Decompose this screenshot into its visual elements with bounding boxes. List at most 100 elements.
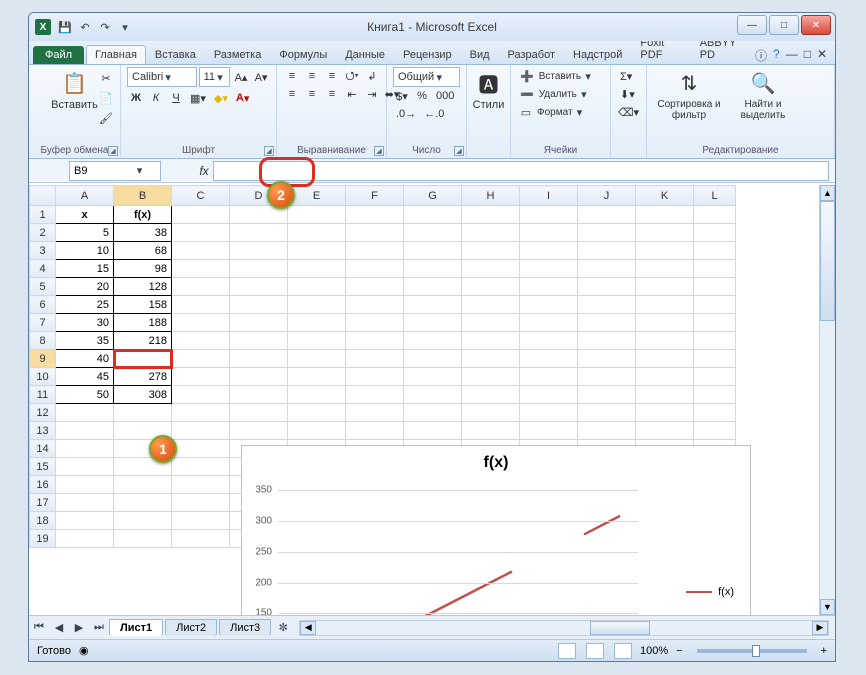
cell-J8[interactable] <box>578 332 636 350</box>
row-header-14[interactable]: 14 <box>30 440 56 458</box>
cell-H7[interactable] <box>462 314 520 332</box>
doc-min-icon[interactable]: — <box>786 47 798 64</box>
font-dialog-launcher[interactable]: ◢ <box>264 146 274 156</box>
row-header-13[interactable]: 13 <box>30 422 56 440</box>
cell-H10[interactable] <box>462 368 520 386</box>
cell-A9[interactable]: 40 <box>56 350 114 368</box>
cell-L10[interactable] <box>694 368 736 386</box>
minimize-ribbon-icon[interactable]: ⓘ <box>755 47 767 64</box>
cell-E4[interactable] <box>288 260 346 278</box>
cell-E13[interactable] <box>288 422 346 440</box>
cell-A2[interactable]: 5 <box>56 224 114 242</box>
cell-L9[interactable] <box>694 350 736 368</box>
row-header-17[interactable]: 17 <box>30 494 56 512</box>
cell-H8[interactable] <box>462 332 520 350</box>
cell-A15[interactable] <box>56 458 114 476</box>
cell-A19[interactable] <box>56 530 114 548</box>
cell-L13[interactable] <box>694 422 736 440</box>
cell-D2[interactable] <box>230 224 288 242</box>
name-box[interactable]: B9▾ <box>69 161 161 181</box>
cell-E11[interactable] <box>288 386 346 404</box>
zoom-out-button[interactable]: − <box>676 645 682 657</box>
cell-I2[interactable] <box>520 224 578 242</box>
new-sheet-icon[interactable]: ✼ <box>274 619 292 637</box>
currency-icon[interactable]: $▾ <box>393 87 411 105</box>
tab-formulas[interactable]: Формулы <box>270 45 336 64</box>
sheet-nav-next[interactable]: ▶ <box>70 619 88 637</box>
cell-I13[interactable] <box>520 422 578 440</box>
row-header-6[interactable]: 6 <box>30 296 56 314</box>
align-bot-icon[interactable]: ≡ <box>323 67 341 85</box>
insert-cells-label[interactable]: Вставить <box>539 71 581 82</box>
cell-G7[interactable] <box>404 314 462 332</box>
cell-A13[interactable] <box>56 422 114 440</box>
tab-view[interactable]: Вид <box>461 45 499 64</box>
help-icon[interactable]: ? <box>773 47 780 64</box>
row-header-10[interactable]: 10 <box>30 368 56 386</box>
cell-A1[interactable]: x <box>56 206 114 224</box>
copy-icon[interactable]: 📄 <box>96 89 116 107</box>
cell-G4[interactable] <box>404 260 462 278</box>
scroll-right-icon[interactable]: ▶ <box>812 621 828 635</box>
grow-font-icon[interactable]: A▴ <box>232 68 250 86</box>
doc-max-icon[interactable]: □ <box>804 47 811 64</box>
scroll-left-icon[interactable]: ◀ <box>300 621 316 635</box>
cell-F11[interactable] <box>346 386 404 404</box>
worksheet-grid[interactable]: ABCDEFGHIJKL1xf(x)2538310684159852012862… <box>29 185 835 615</box>
cell-B9[interactable] <box>114 350 172 368</box>
row-header-16[interactable]: 16 <box>30 476 56 494</box>
row-header-2[interactable]: 2 <box>30 224 56 242</box>
cell-D10[interactable] <box>230 368 288 386</box>
cell-E2[interactable] <box>288 224 346 242</box>
cell-G10[interactable] <box>404 368 462 386</box>
format-cells-icon[interactable]: ▭ <box>517 103 535 121</box>
cell-L11[interactable] <box>694 386 736 404</box>
cell-C14[interactable] <box>172 440 230 458</box>
align-center-icon[interactable]: ≡ <box>303 85 321 103</box>
col-header-H[interactable]: H <box>462 186 520 206</box>
cell-C13[interactable] <box>172 422 230 440</box>
row-header-9[interactable]: 9 <box>30 350 56 368</box>
cell-K7[interactable] <box>636 314 694 332</box>
cell-B17[interactable] <box>114 494 172 512</box>
percent-icon[interactable]: % <box>413 87 431 105</box>
font-color-button[interactable]: A▾ <box>233 89 252 107</box>
tab-data[interactable]: Данные <box>336 45 394 64</box>
delete-cells-label[interactable]: Удалить <box>539 89 577 100</box>
cell-C1[interactable] <box>172 206 230 224</box>
bold-button[interactable]: Ж <box>127 89 145 107</box>
cell-F6[interactable] <box>346 296 404 314</box>
cell-A8[interactable]: 35 <box>56 332 114 350</box>
cell-G11[interactable] <box>404 386 462 404</box>
cell-D6[interactable] <box>230 296 288 314</box>
cell-C15[interactable] <box>172 458 230 476</box>
cell-E12[interactable] <box>288 404 346 422</box>
cell-F10[interactable] <box>346 368 404 386</box>
tab-review[interactable]: Рецензир <box>394 45 461 64</box>
insert-function-button[interactable]: fx <box>195 162 213 180</box>
cell-D7[interactable] <box>230 314 288 332</box>
format-painter-icon[interactable]: 🖌 <box>96 109 116 127</box>
row-header-3[interactable]: 3 <box>30 242 56 260</box>
cell-H6[interactable] <box>462 296 520 314</box>
cut-icon[interactable]: ✂ <box>96 69 116 87</box>
indent-inc-icon[interactable]: ⇥ <box>363 85 381 103</box>
col-header-K[interactable]: K <box>636 186 694 206</box>
col-header-A[interactable]: A <box>56 186 114 206</box>
zoom-in-button[interactable]: + <box>821 645 827 657</box>
cell-C5[interactable] <box>172 278 230 296</box>
cell-E6[interactable] <box>288 296 346 314</box>
col-header-C[interactable]: C <box>172 186 230 206</box>
cell-L3[interactable] <box>694 242 736 260</box>
cell-G12[interactable] <box>404 404 462 422</box>
cell-H11[interactable] <box>462 386 520 404</box>
cell-A16[interactable] <box>56 476 114 494</box>
cell-K3[interactable] <box>636 242 694 260</box>
align-right-icon[interactable]: ≡ <box>323 85 341 103</box>
cell-F8[interactable] <box>346 332 404 350</box>
col-header-L[interactable]: L <box>694 186 736 206</box>
cell-I12[interactable] <box>520 404 578 422</box>
cell-C12[interactable] <box>172 404 230 422</box>
cell-J5[interactable] <box>578 278 636 296</box>
cell-E3[interactable] <box>288 242 346 260</box>
